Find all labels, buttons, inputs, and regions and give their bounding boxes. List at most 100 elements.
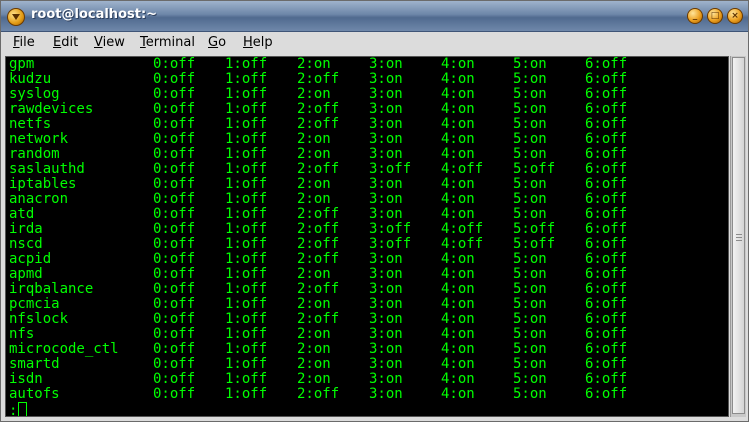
- runlevel-status: 0:off: [153, 236, 196, 252]
- terminal-scrollbar[interactable]: [730, 56, 746, 417]
- title-bar[interactable]: root@localhost:~ _ □ ×: [1, 1, 748, 32]
- terminal-line: apmd 0:off 1:off 2:on 3:on 4:on 5:on 6:off: [9, 266, 728, 282]
- runlevel-status: 3:on: [369, 341, 403, 357]
- terminal-line: atd 0:off 1:off 2:off 3:on 4:on 5:on 6:off: [9, 206, 728, 222]
- menu-view[interactable]: View: [94, 35, 125, 50]
- runlevel-status: 0:off: [153, 101, 196, 117]
- runlevel-status: 3:on: [369, 326, 403, 342]
- runlevel-status: 3:on: [369, 371, 403, 387]
- runlevel-status: 5:on: [513, 311, 547, 327]
- close-icon: ×: [731, 11, 739, 21]
- scrollbar-thumb[interactable]: [732, 57, 745, 414]
- runlevel-status: 4:on: [441, 386, 475, 402]
- menu-file[interactable]: File: [13, 35, 35, 50]
- runlevel-status: 1:off: [225, 86, 268, 102]
- runlevel-status: 4:on: [441, 266, 475, 282]
- runlevel-status: 6:off: [585, 161, 628, 177]
- runlevel-status: 4:on: [441, 191, 475, 207]
- terminal-line: anacron 0:off 1:off 2:on 3:on 4:on 5:on 6:off: [9, 191, 728, 207]
- runlevel-status: 0:off: [153, 356, 196, 372]
- runlevel-status: 0:off: [153, 251, 196, 267]
- window-menu-icon[interactable]: [7, 8, 25, 26]
- runlevel-status: 6:off: [585, 296, 628, 312]
- runlevel-status: 5:on: [513, 86, 547, 102]
- runlevel-status: 3:on: [369, 176, 403, 192]
- service-name: gpm: [9, 56, 35, 72]
- runlevel-status: 5:on: [513, 146, 547, 162]
- runlevel-status: 2:off: [297, 116, 340, 132]
- runlevel-status: 4:off: [441, 161, 484, 177]
- close-button[interactable]: ×: [727, 8, 743, 24]
- terminal-line: acpid 0:off 1:off 2:off 3:on 4:on 5:on 6:off: [9, 251, 728, 267]
- terminal-line: gpm 0:off 1:off 2:on 3:on 4:on 5:on 6:off: [9, 56, 728, 72]
- runlevel-status: 4:on: [441, 311, 475, 327]
- terminal-line: irqbalance 0:off 1:off 2:off 3:on 4:on 5:on 6:o…: [9, 281, 728, 297]
- runlevel-status: 2:off: [297, 236, 340, 252]
- runlevel-status: 1:off: [225, 176, 268, 192]
- runlevel-status: 2:on: [297, 131, 331, 147]
- runlevel-status: 4:off: [441, 221, 484, 237]
- runlevel-status: 1:off: [225, 71, 268, 87]
- runlevel-status: 1:off: [225, 191, 268, 207]
- runlevel-status: 6:off: [585, 386, 628, 402]
- terminal-line: netfs 0:off 1:off 2:off 3:on 4:on 5:on 6:off: [9, 116, 728, 132]
- runlevel-status: 4:on: [441, 326, 475, 342]
- runlevel-status: 3:on: [369, 281, 403, 297]
- runlevel-status: 1:off: [225, 146, 268, 162]
- menu-terminal[interactable]: Terminal: [140, 35, 195, 50]
- runlevel-status: 1:off: [225, 266, 268, 282]
- runlevel-status: 1:off: [225, 341, 268, 357]
- runlevel-status: 5:on: [513, 266, 547, 282]
- service-name: autofs: [9, 386, 60, 402]
- runlevel-status: 2:off: [297, 206, 340, 222]
- terminal-line: nfs 0:off 1:off 2:on 3:on 4:on 5:on 6:off: [9, 326, 728, 342]
- runlevel-status: 1:off: [225, 101, 268, 117]
- runlevel-status: 3:off: [369, 221, 412, 237]
- runlevel-status: 1:off: [225, 236, 268, 252]
- runlevel-status: 4:on: [441, 176, 475, 192]
- runlevel-status: 6:off: [585, 371, 628, 387]
- minimize-button[interactable]: _: [687, 8, 703, 24]
- runlevel-status: 1:off: [225, 386, 268, 402]
- maximize-button[interactable]: □: [707, 8, 723, 24]
- runlevel-status: 0:off: [153, 341, 196, 357]
- runlevel-status: 1:off: [225, 281, 268, 297]
- runlevel-status: 2:on: [297, 56, 331, 72]
- runlevel-status: 3:on: [369, 146, 403, 162]
- runlevel-status: 2:off: [297, 71, 340, 87]
- service-name: kudzu: [9, 71, 52, 87]
- runlevel-status: 2:off: [297, 161, 340, 177]
- runlevel-status: 3:off: [369, 236, 412, 252]
- runlevel-status: 2:on: [297, 191, 331, 207]
- runlevel-status: 5:on: [513, 341, 547, 357]
- service-name: irqbalance: [9, 281, 94, 297]
- terminal-line: rawdevices 0:off 1:off 2:off 3:on 4:on 5:on 6:o…: [9, 101, 728, 117]
- terminal-line: pcmcia 0:off 1:off 2:on 3:on 4:on 5:on 6:off: [9, 296, 728, 312]
- runlevel-status: 5:on: [513, 191, 547, 207]
- terminal-line: nscd 0:off 1:off 2:off 3:off 4:off 5:off 6:off: [9, 236, 728, 252]
- runlevel-status: 5:off: [513, 236, 556, 252]
- service-name: pcmcia: [9, 296, 60, 312]
- menu-bar: File Edit View Terminal Go Help: [1, 32, 748, 54]
- menu-help[interactable]: Help: [243, 35, 273, 50]
- runlevel-status: 6:off: [585, 356, 628, 372]
- terminal-line: iptables 0:off 1:off 2:on 3:on 4:on 5:on 6:off: [9, 176, 728, 192]
- runlevel-status: 6:off: [585, 251, 628, 267]
- runlevel-status: 6:off: [585, 116, 628, 132]
- service-name: rawdevices: [9, 101, 94, 117]
- runlevel-status: 3:on: [369, 296, 403, 312]
- runlevel-status: 1:off: [225, 311, 268, 327]
- runlevel-status: 5:on: [513, 386, 547, 402]
- terminal-line: random 0:off 1:off 2:on 3:on 4:on 5:on 6:off: [9, 146, 728, 162]
- runlevel-status: 3:on: [369, 116, 403, 132]
- command-prompt[interactable]: :: [9, 402, 28, 416]
- runlevel-status: 0:off: [153, 116, 196, 132]
- runlevel-status: 4:on: [441, 131, 475, 147]
- runlevel-status: 4:on: [441, 296, 475, 312]
- terminal-output[interactable]: gpm 0:off 1:off 2:on 3:on 4:on 5:on 6:off kudzu 0…: [5, 56, 729, 417]
- runlevel-status: 0:off: [153, 131, 196, 147]
- menu-edit[interactable]: Edit: [53, 35, 78, 50]
- service-name: atd: [9, 206, 35, 222]
- runlevel-status: 5:on: [513, 281, 547, 297]
- menu-go[interactable]: Go: [208, 35, 226, 50]
